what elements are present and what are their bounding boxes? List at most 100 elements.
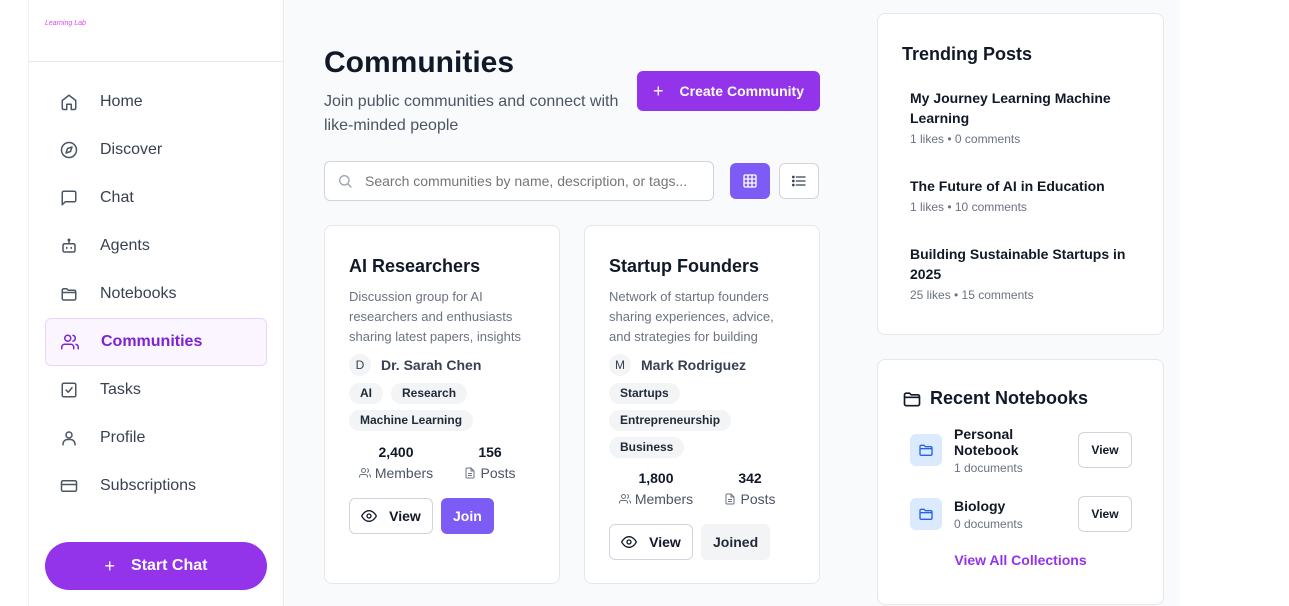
create-community-label: Create Community [679,83,804,99]
right-sidebar: Trending Posts My Journey Learning Machi… [860,0,1180,606]
tag: AI [349,383,383,404]
notebook-view-button[interactable]: View [1078,496,1132,532]
view-label: View [649,534,681,550]
tag: Startups [609,383,680,404]
sidebar-item-label: Discover [100,141,163,158]
members-label: Members [634,491,694,507]
sidebar-item-label: Communities [101,333,203,350]
post-meta: 1 likes • 0 comments [910,132,1021,146]
sidebar-item-discover[interactable]: Discover [45,126,267,174]
join-button[interactable]: Join [441,498,494,534]
list-view-button[interactable] [779,163,819,199]
search-input[interactable] [365,173,705,189]
sidebar-item-home[interactable]: Home [45,78,267,126]
view-button[interactable]: View [349,498,433,534]
sidebar-item-profile[interactable]: Profile [45,414,267,462]
users-icon [358,467,371,479]
folder-icon [60,285,78,303]
list-icon [791,173,807,189]
card-actions: View Joined [609,524,771,560]
search-icon [337,173,353,189]
community-name[interactable]: AI Researchers [349,256,480,277]
posts-label-row: Posts [703,491,797,507]
eye-icon [361,508,378,524]
posts-label: Posts [480,465,516,481]
notebook-name: Biology [954,497,1006,514]
checkbox-icon [60,381,78,399]
sidebar-item-tasks[interactable]: Tasks [45,366,267,414]
app-logo[interactable]: Learning Lab [45,20,86,27]
eye-icon [621,534,638,550]
post-title: The Future of AI in Education [910,178,1105,194]
sidebar-item-notebooks[interactable]: Notebooks [45,270,267,318]
community-description: Discussion group for AI researchers and … [349,289,521,344]
document-icon [724,493,736,505]
notebook-view-button[interactable]: View [1078,432,1132,468]
folder-icon [902,389,922,409]
sidebar-item-label: Profile [100,429,146,446]
community-name[interactable]: Startup Founders [609,256,759,277]
recent-notebooks-panel: Recent Notebooks Personal Notebook 1 doc… [877,359,1164,605]
user-icon [60,429,78,447]
sidebar-item-chat[interactable]: Chat [45,174,267,222]
panel-title: Trending Posts [902,44,1033,64]
posts-label-row: Posts [443,465,537,481]
trending-post[interactable]: Building Sustainable Startups in 2025 25… [910,244,1130,302]
tag-list: Startups Entrepreneurship Business [609,383,759,458]
page-title: Communities [324,46,515,79]
grid-view-button[interactable] [730,163,770,199]
grid-icon [742,173,758,189]
users-icon [618,493,631,505]
community-card: Startup Founders Network of startup foun… [584,225,820,584]
view-all-collections-link[interactable]: View All Collections [878,552,1163,568]
sidebar-item-communities[interactable]: Communities [45,318,267,366]
trending-posts-panel: Trending Posts My Journey Learning Machi… [877,13,1164,335]
start-chat-button[interactable]: + Start Chat [45,542,267,590]
sidebar: Learning Lab Home Discover Chat Agents N… [28,0,284,606]
document-icon [464,467,476,479]
post-meta: 25 likes • 15 comments [910,288,1034,302]
sidebar-item-subscriptions[interactable]: Subscriptions [45,462,267,510]
notebook-info: Personal Notebook 1 documents [954,426,1078,475]
view-button[interactable]: View [609,524,693,560]
sidebar-item-label: Agents [100,237,150,254]
tag-list: AI Research Machine Learning [349,383,539,431]
trending-post[interactable]: My Journey Learning Machine Learning 1 l… [910,88,1130,146]
members-stat: 2,400 Members [349,444,443,481]
notebook-name: Personal Notebook [954,425,1019,458]
avatar: M [609,354,631,376]
posts-count: 156 [478,444,502,460]
start-chat-label: Start Chat [131,557,208,574]
chat-icon [60,189,78,207]
plus-icon: + [653,80,664,101]
tag: Business [609,437,685,458]
main-content: Communities Join public communities and … [285,0,860,606]
joined-button[interactable]: Joined [701,524,771,560]
owner-name: Mark Rodriguez [641,357,747,373]
folder-icon [910,498,942,530]
card-actions: View Join [349,498,494,534]
create-community-button[interactable]: + Create Community [637,71,820,111]
sidebar-item-agents[interactable]: Agents [45,222,267,270]
divider [29,61,283,62]
tag: Machine Learning [349,410,474,431]
panel-title: Recent Notebooks [902,388,1088,409]
posts-stat: 342 Posts [703,470,797,507]
members-label-row: Members [609,491,703,507]
search-box [324,161,714,201]
tag: Entrepreneurship [609,410,732,431]
notebook-info: Biology 0 documents [954,498,1078,531]
trending-post[interactable]: The Future of AI in Education 1 likes • … [910,176,1130,214]
tag: Research [391,383,468,404]
community-owner: D Dr. Sarah Chen [349,354,481,376]
sidebar-nav: Home Discover Chat Agents Notebooks Comm… [45,78,267,510]
community-description: Network of startup founders sharing expe… [609,289,774,344]
avatar: D [349,354,371,376]
notebook-item: Biology 0 documents View [910,496,1132,532]
community-stats: 1,800 Members 342 Posts [609,470,797,507]
users-icon [61,333,79,351]
members-count: 2,400 [378,444,414,460]
sidebar-item-label: Subscriptions [100,477,197,494]
posts-stat: 156 Posts [443,444,537,481]
sidebar-item-label: Tasks [100,381,141,398]
